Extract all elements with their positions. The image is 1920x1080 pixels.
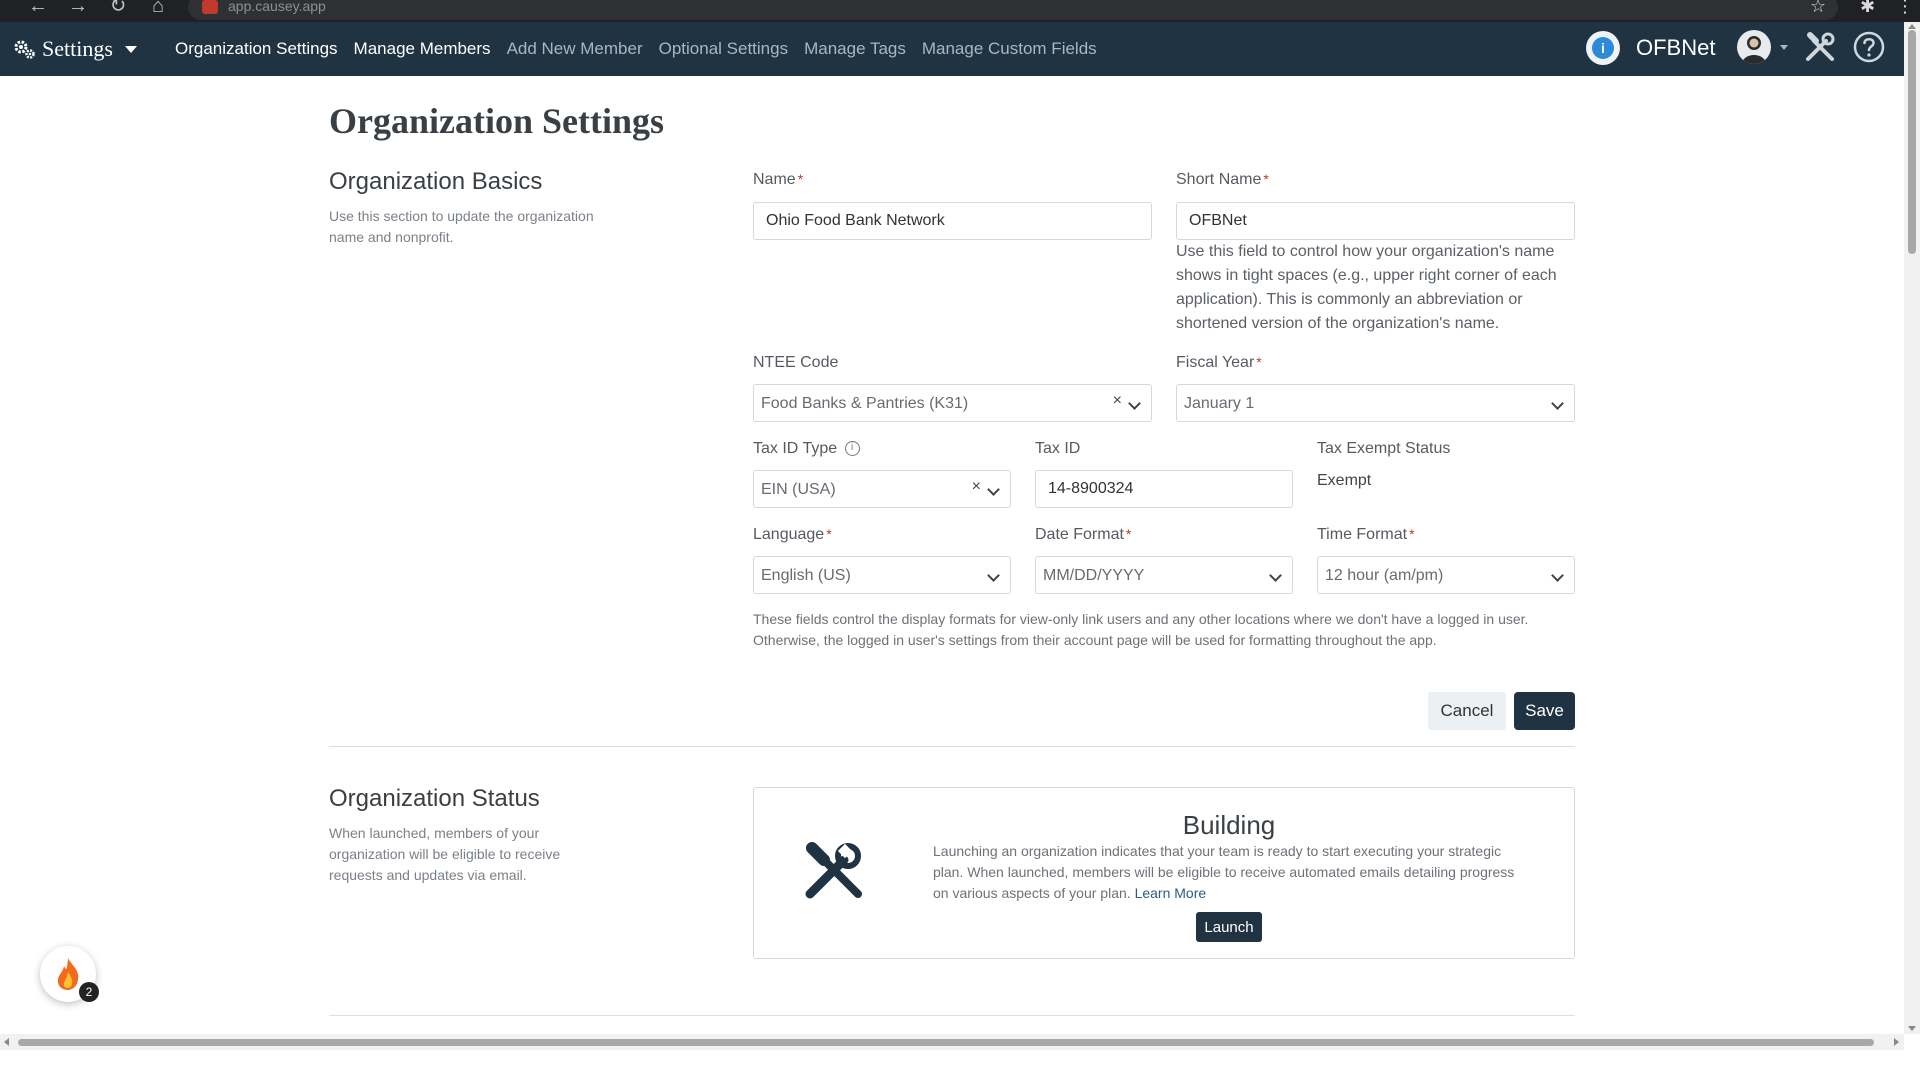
tax-id-type-select[interactable]: EIN (USA) × <box>753 470 1011 508</box>
short-name-input[interactable] <box>1176 202 1575 240</box>
info-icon[interactable]: i <box>844 441 860 457</box>
chevron-down-icon <box>987 569 1000 582</box>
required-asterisk: * <box>826 526 832 542</box>
section-desc-basics: Use this section to update the organizat… <box>329 208 594 245</box>
chevron-down-icon <box>1128 397 1141 410</box>
extensions-icon[interactable]: ✱ <box>1860 0 1875 15</box>
horizontal-scroll-thumb[interactable] <box>18 1039 1874 1046</box>
back-arrow-icon[interactable]: ← <box>26 0 50 16</box>
format-note: These fields control the display formats… <box>753 611 1529 648</box>
ntee-select[interactable]: Food Banks & Pantries (K31) × <box>753 384 1152 422</box>
nav-manage-custom-fields[interactable]: Manage Custom Fields <box>922 39 1097 59</box>
name-input[interactable] <box>753 202 1152 240</box>
browser-menu-icon[interactable]: ⋮ <box>1896 0 1914 15</box>
address-bar[interactable]: app.causey.app <box>188 0 1838 20</box>
fiscal-year-select[interactable]: January 1 <box>1176 384 1575 422</box>
scroll-right-arrow-icon[interactable] <box>1894 1038 1899 1046</box>
nav-manage-members[interactable]: Manage Members <box>354 39 491 59</box>
bookmark-star-icon[interactable]: ☆ <box>1810 0 1826 15</box>
time-format-label: Time Format * <box>1317 526 1415 543</box>
ntee-selected-value: Food Banks & Pantries (K31) <box>761 395 969 412</box>
org-logo-icon[interactable]: i <box>1586 31 1620 65</box>
tax-exempt-value: Exempt <box>1317 472 1372 489</box>
scroll-up-arrow-icon[interactable] <box>1908 24 1916 29</box>
vertical-scroll-thumb[interactable] <box>1908 30 1916 254</box>
short-name-label: Short Name * <box>1176 171 1269 188</box>
chevron-down-icon <box>1551 397 1564 410</box>
organization-status-card: Building Launching an organization indic… <box>753 787 1575 959</box>
settings-brand-label: Settings <box>42 36 113 61</box>
nav-organization-settings[interactable]: Organization Settings <box>175 39 338 59</box>
nav-optional-settings[interactable]: Optional Settings <box>659 39 788 59</box>
date-format-select[interactable]: MM/DD/YYYY <box>1035 556 1293 594</box>
scroll-down-arrow-icon[interactable] <box>1908 1026 1916 1031</box>
app-navbar: Settings Organization Settings Manage Me… <box>0 22 1920 76</box>
vertical-scrollbar[interactable] <box>1904 22 1920 1034</box>
reload-icon[interactable]: ↻ <box>106 0 130 16</box>
section-divider <box>329 1015 1575 1016</box>
required-asterisk: * <box>1263 171 1269 187</box>
tools-icon <box>805 842 862 899</box>
language-select[interactable]: English (US) <box>753 556 1011 594</box>
user-avatar[interactable] <box>1737 30 1771 64</box>
required-asterisk: * <box>1256 354 1262 370</box>
clear-icon[interactable]: × <box>972 478 981 496</box>
name-label: Name * <box>753 171 804 188</box>
page-title: Organization Settings <box>329 101 665 141</box>
clear-icon[interactable]: × <box>1113 392 1122 410</box>
forward-arrow-icon[interactable]: → <box>66 0 90 16</box>
nav-manage-tags[interactable]: Manage Tags <box>804 39 906 59</box>
chevron-down-icon <box>1551 569 1564 582</box>
status-title: Building <box>1182 810 1276 840</box>
date-format-selected-value: MM/DD/YYYY <box>1043 567 1145 584</box>
tax-id-label: Tax ID <box>1035 440 1081 457</box>
short-name-help: Use this field to control how your organ… <box>1176 243 1557 332</box>
url-text: app.causey.app <box>228 0 326 14</box>
launch-button[interactable]: Launch <box>1196 912 1262 942</box>
language-selected-value: English (US) <box>761 567 851 584</box>
scroll-left-arrow-icon[interactable] <box>4 1038 9 1046</box>
help-icon[interactable] <box>1852 30 1886 64</box>
time-format-select[interactable]: 12 hour (am/pm) <box>1317 556 1575 594</box>
user-avatar-icon <box>1742 36 1766 64</box>
gears-icon <box>14 40 35 59</box>
tax-id-type-label: Tax ID Type i <box>753 440 860 458</box>
ntee-label: NTEE Code <box>753 354 839 371</box>
nav-add-new-member[interactable]: Add New Member <box>507 39 643 59</box>
chevron-down-icon <box>987 483 1000 496</box>
settings-menu[interactable]: Settings <box>12 36 137 62</box>
language-label: Language * <box>753 526 832 543</box>
fiscal-year-selected-value: January 1 <box>1184 395 1255 412</box>
fiscal-year-label: Fiscal Year * <box>1176 354 1262 371</box>
section-title-basics: Organization Basics <box>329 168 543 195</box>
tax-exempt-label: Tax Exempt Status <box>1317 440 1451 457</box>
section-title-status: Organization Status <box>329 785 540 812</box>
cancel-button[interactable]: Cancel <box>1428 692 1506 730</box>
site-favicon-icon <box>202 0 218 14</box>
chevron-down-icon <box>124 45 137 53</box>
tools-icon[interactable] <box>1802 29 1838 65</box>
section-desc-status: When launched, members of your organizat… <box>329 825 561 883</box>
browser-toolbar: ← → ↻ ⌂ app.causey.app ☆ ✱ ⋮ <box>0 0 1920 22</box>
save-button[interactable]: Save <box>1514 692 1575 730</box>
status-description: Launching an organization indicates that… <box>933 843 1515 901</box>
required-asterisk: * <box>1125 526 1132 542</box>
settings-nav-links: Organization Settings Manage Members Add… <box>175 39 1097 59</box>
notifications-fab[interactable]: 2 <box>40 946 99 1002</box>
chevron-down-icon <box>1269 569 1282 582</box>
section-divider <box>329 746 1575 747</box>
required-asterisk: * <box>797 171 804 187</box>
tax-id-type-selected-value: EIN (USA) <box>761 481 836 498</box>
home-icon[interactable]: ⌂ <box>146 0 170 16</box>
user-menu-chevron-icon[interactable] <box>1780 45 1788 50</box>
time-format-selected-value: 12 hour (am/pm) <box>1325 567 1444 584</box>
notification-count-badge: 2 <box>79 982 99 1002</box>
required-asterisk: * <box>1409 526 1415 542</box>
org-short-name[interactable]: OFBNet <box>1636 35 1715 61</box>
learn-more-link[interactable]: Learn More <box>1135 885 1207 901</box>
date-format-label: Date Format * <box>1035 526 1132 543</box>
horizontal-scrollbar[interactable] <box>0 1034 1904 1050</box>
tax-id-input[interactable] <box>1035 470 1293 508</box>
